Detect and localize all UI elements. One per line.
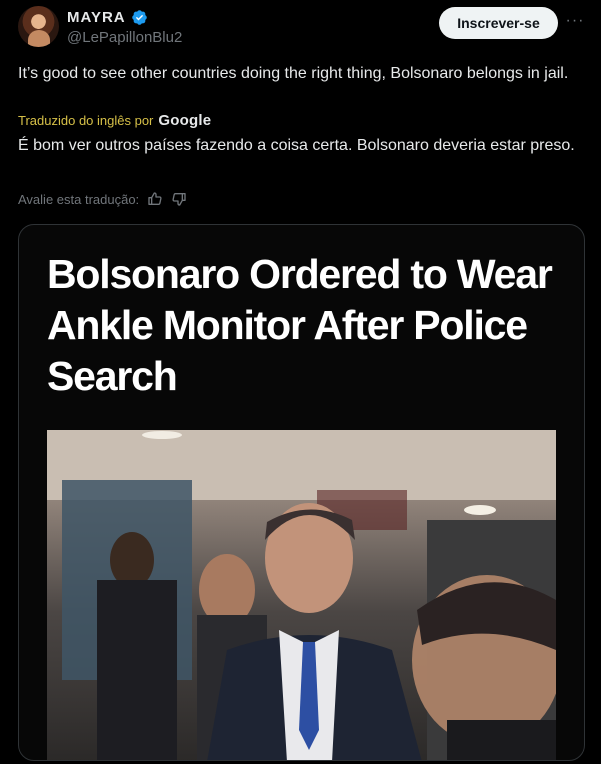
media-card[interactable]: Bolsonaro Ordered to Wear Ankle Monitor … <box>18 224 585 761</box>
translated-tweet-text: É bom ver outros países fazendo a coisa … <box>18 137 575 154</box>
rate-translation-row: Avalie esta tradução: <box>18 191 187 207</box>
media-headline: Bolsonaro Ordered to Wear Ankle Monitor … <box>47 251 553 399</box>
display-name[interactable]: MAYRA <box>67 9 126 26</box>
news-photo-illustration <box>47 430 556 760</box>
more-options-icon[interactable]: ··· <box>564 10 586 32</box>
thumbs-up-icon[interactable] <box>147 191 163 207</box>
translation-attribution: Traduzido do inglês por Google <box>18 112 211 129</box>
subscribe-button[interactable]: Inscrever-se <box>439 7 558 39</box>
avatar[interactable] <box>18 6 59 47</box>
news-photo[interactable] <box>47 430 556 760</box>
verified-badge-icon <box>131 10 147 25</box>
tweet-text: It’s good to see other countries doing t… <box>18 65 569 82</box>
author-handle[interactable]: @LePapillonBlu2 <box>67 29 182 46</box>
google-logo: Google <box>158 112 212 129</box>
author-name-row[interactable]: MAYRA <box>67 9 148 26</box>
rate-translation-label: Avalie esta tradução: <box>18 191 140 207</box>
thumbs-down-icon[interactable] <box>171 191 187 207</box>
tweet-header: MAYRA @LePapillonBlu2 Inscrever-se ··· <box>0 0 601 56</box>
translated-label: Traduzido do inglês por <box>18 113 154 128</box>
